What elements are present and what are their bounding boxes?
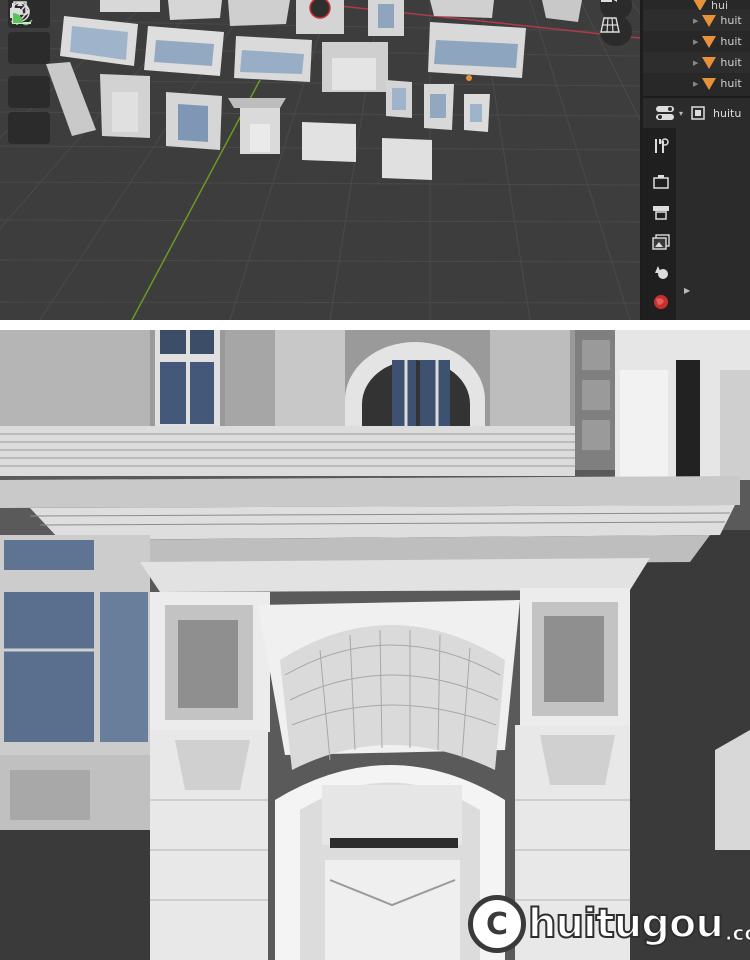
outliner-item[interactable]: ▶ huit [643,31,750,52]
mesh-icon [702,77,717,90]
tab-output[interactable] [650,202,672,222]
outliner-item[interactable]: ▶ huit [643,73,750,94]
outliner-item-label: huit [720,14,742,27]
output-icon [653,206,669,220]
tool-icon [655,138,669,153]
object-icon [691,106,705,120]
editor-type-dropdown[interactable]: ▾ [655,105,683,121]
mesh-icon [702,14,717,27]
measure-icon [12,3,31,24]
tab-view-layer[interactable] [650,232,672,252]
properties-header: ▾ huitu [640,96,750,128]
tool-annotate-button[interactable] [8,4,50,108]
scene-icon [655,266,668,279]
outliner-item-label: huit [720,77,742,90]
watermark-logo: C [468,895,526,953]
outliner-item-label: hui [711,0,728,10]
outliner-panel: hui ▶ huit ▶ huit ▶ huit ▶ huit [640,0,750,96]
render-icon [653,175,669,189]
watermark: C huitugou .com [468,895,750,953]
properties-body: ▶ [676,128,750,320]
outliner-item-label: huit [720,35,742,48]
camera-icon [601,0,617,2]
tool-measure-button[interactable] [8,3,50,144]
outliner-item[interactable]: ▶ huit [643,52,750,73]
grid-view-icon [600,17,620,33]
mesh-icon [693,0,707,10]
toggle-ortho-button[interactable] [600,16,632,46]
expand-triangle-icon: ▶ [693,37,699,46]
view-layer-icon [652,234,670,250]
facade-wireframe [0,330,750,960]
blender-screenshot: hui ▶ huit ▶ huit ▶ huit ▶ huit ▾ huitu … [0,0,750,320]
world-icon [654,295,668,309]
outliner-item[interactable]: ▶ huit [643,10,750,31]
expand-triangle-icon: ▶ [693,16,699,25]
tab-world[interactable] [650,292,672,312]
tool-transform-button[interactable] [8,2,50,64]
expand-triangle-icon: ▶ [693,58,699,67]
tab-scene[interactable] [650,262,672,282]
watermark-suffix: .com [724,921,750,946]
tab-render[interactable] [650,172,672,192]
mesh-icon [702,35,717,48]
viewport-scene [0,0,640,320]
expand-arrow-icon[interactable]: ▶ [684,286,690,295]
object-name-label: huitu [713,106,742,120]
toggle-icon [656,106,674,120]
outliner-item-label: huit [720,56,742,69]
expand-triangle-icon: ▶ [693,79,699,88]
tab-tool[interactable] [650,136,672,156]
tool-shelf [8,0,52,144]
properties-tabs [640,128,679,320]
3d-viewport[interactable] [0,0,640,320]
chevron-down-icon: ▾ [679,108,684,118]
outliner-item[interactable]: hui [643,0,750,10]
watermark-brand: huitugou [527,900,725,948]
mesh-icon [702,56,717,69]
wireframe-closeup [0,330,750,960]
